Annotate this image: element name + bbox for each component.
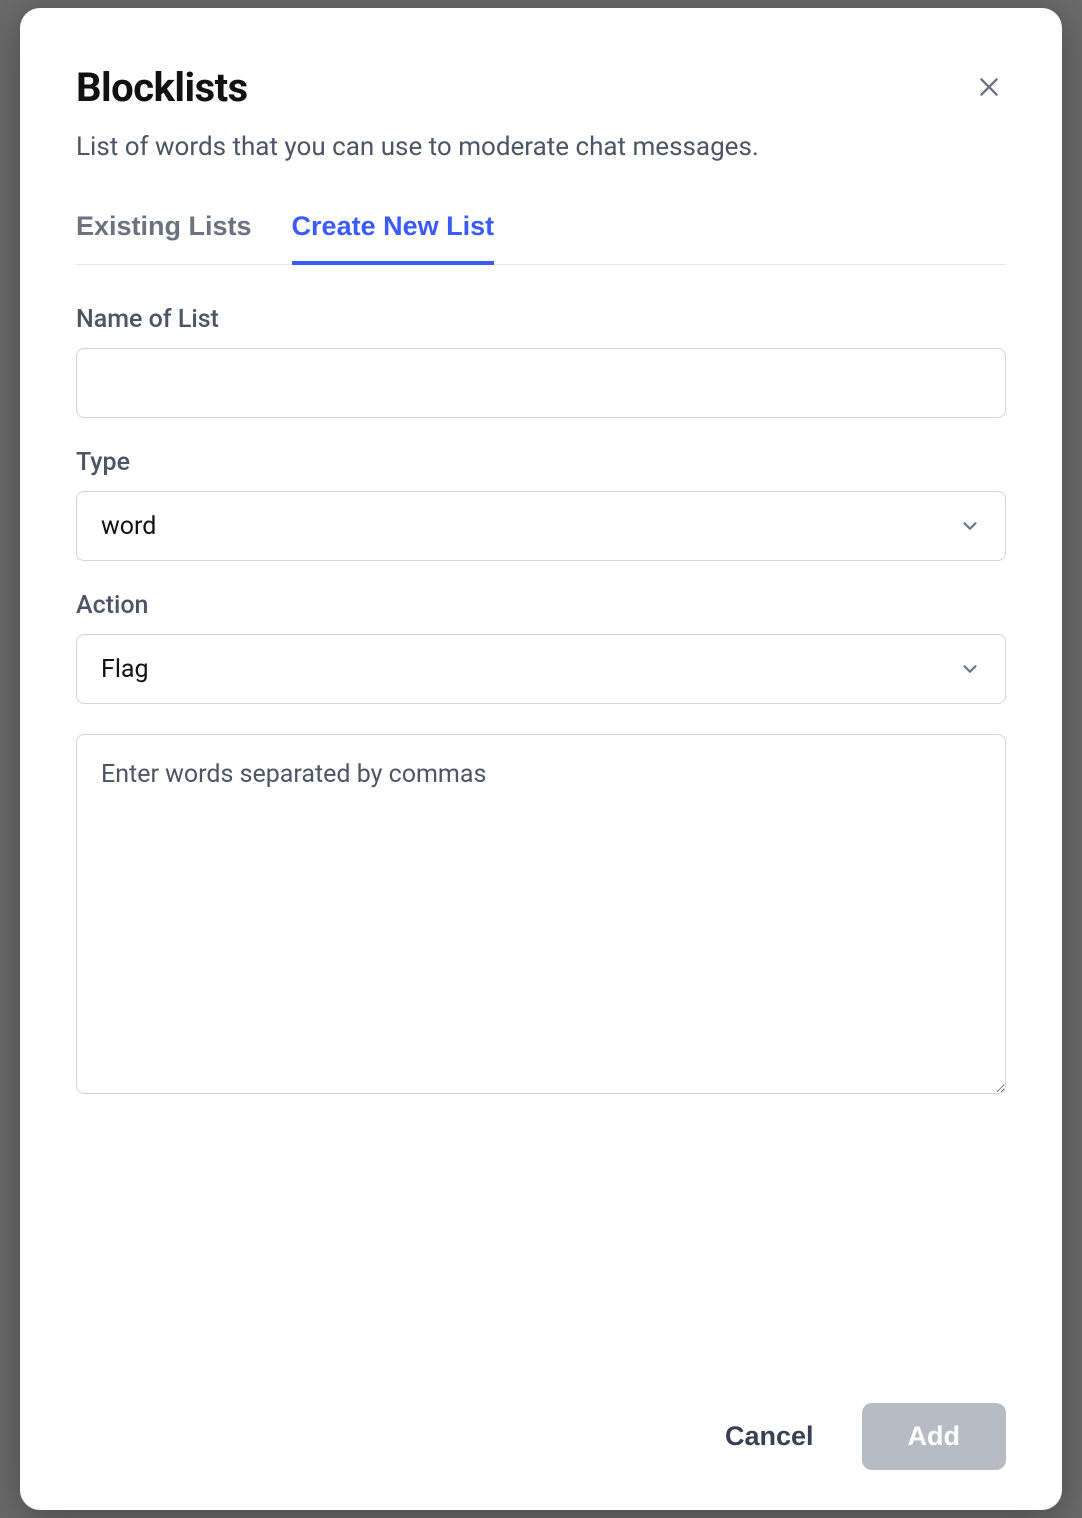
type-select[interactable]: word xyxy=(76,491,1006,561)
action-select[interactable]: Flag xyxy=(76,634,1006,704)
field-action: Action Flag xyxy=(76,591,1006,704)
chevron-down-icon xyxy=(959,515,981,537)
tab-create-new-list[interactable]: Create New List xyxy=(292,211,495,264)
chevron-down-icon xyxy=(959,658,981,680)
words-textarea[interactable] xyxy=(76,734,1006,1094)
field-words xyxy=(76,734,1006,1094)
add-button[interactable]: Add xyxy=(862,1403,1006,1470)
action-label: Action xyxy=(76,591,1006,620)
field-name: Name of List xyxy=(76,305,1006,418)
modal-header: Blocklists xyxy=(76,64,1006,111)
field-type: Type word xyxy=(76,448,1006,561)
create-list-form: Name of List Type word Action Flag xyxy=(76,305,1006,1363)
name-input[interactable] xyxy=(76,348,1006,418)
tab-existing-lists[interactable]: Existing Lists xyxy=(76,211,252,264)
action-selected-value: Flag xyxy=(101,655,149,684)
type-selected-value: word xyxy=(101,512,156,541)
name-label: Name of List xyxy=(76,305,1006,334)
blocklists-modal: Blocklists List of words that you can us… xyxy=(20,8,1062,1510)
close-button[interactable] xyxy=(972,70,1006,104)
close-icon xyxy=(976,74,1002,100)
modal-backdrop: Blocklists List of words that you can us… xyxy=(0,0,1082,1518)
tabs: Existing Lists Create New List xyxy=(76,211,1006,265)
modal-title: Blocklists xyxy=(76,64,248,111)
modal-subtitle: List of words that you can use to modera… xyxy=(76,129,1006,165)
type-label: Type xyxy=(76,448,1006,477)
modal-footer: Cancel Add xyxy=(76,1403,1006,1470)
cancel-button[interactable]: Cancel xyxy=(725,1421,814,1452)
